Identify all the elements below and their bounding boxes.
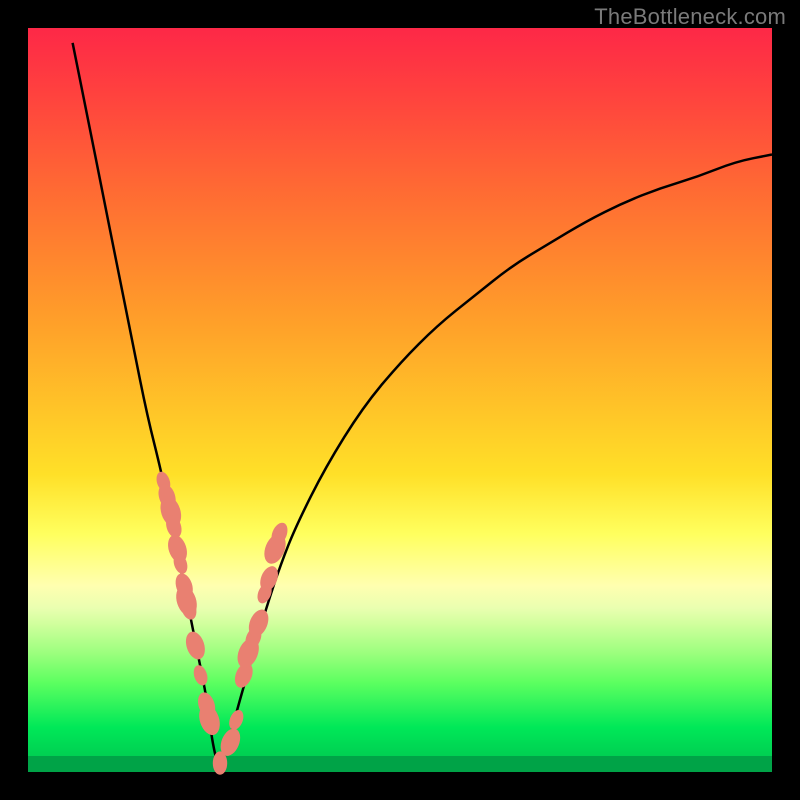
highlight-dot (191, 663, 210, 687)
chart-svg (28, 28, 772, 772)
watermark-text: TheBottleneck.com (594, 4, 786, 30)
highlight-dot (226, 708, 246, 732)
outer-frame: TheBottleneck.com (0, 0, 800, 800)
highlight-dot (183, 629, 209, 662)
curve-right-branch (221, 155, 772, 765)
marker-group (154, 470, 290, 775)
